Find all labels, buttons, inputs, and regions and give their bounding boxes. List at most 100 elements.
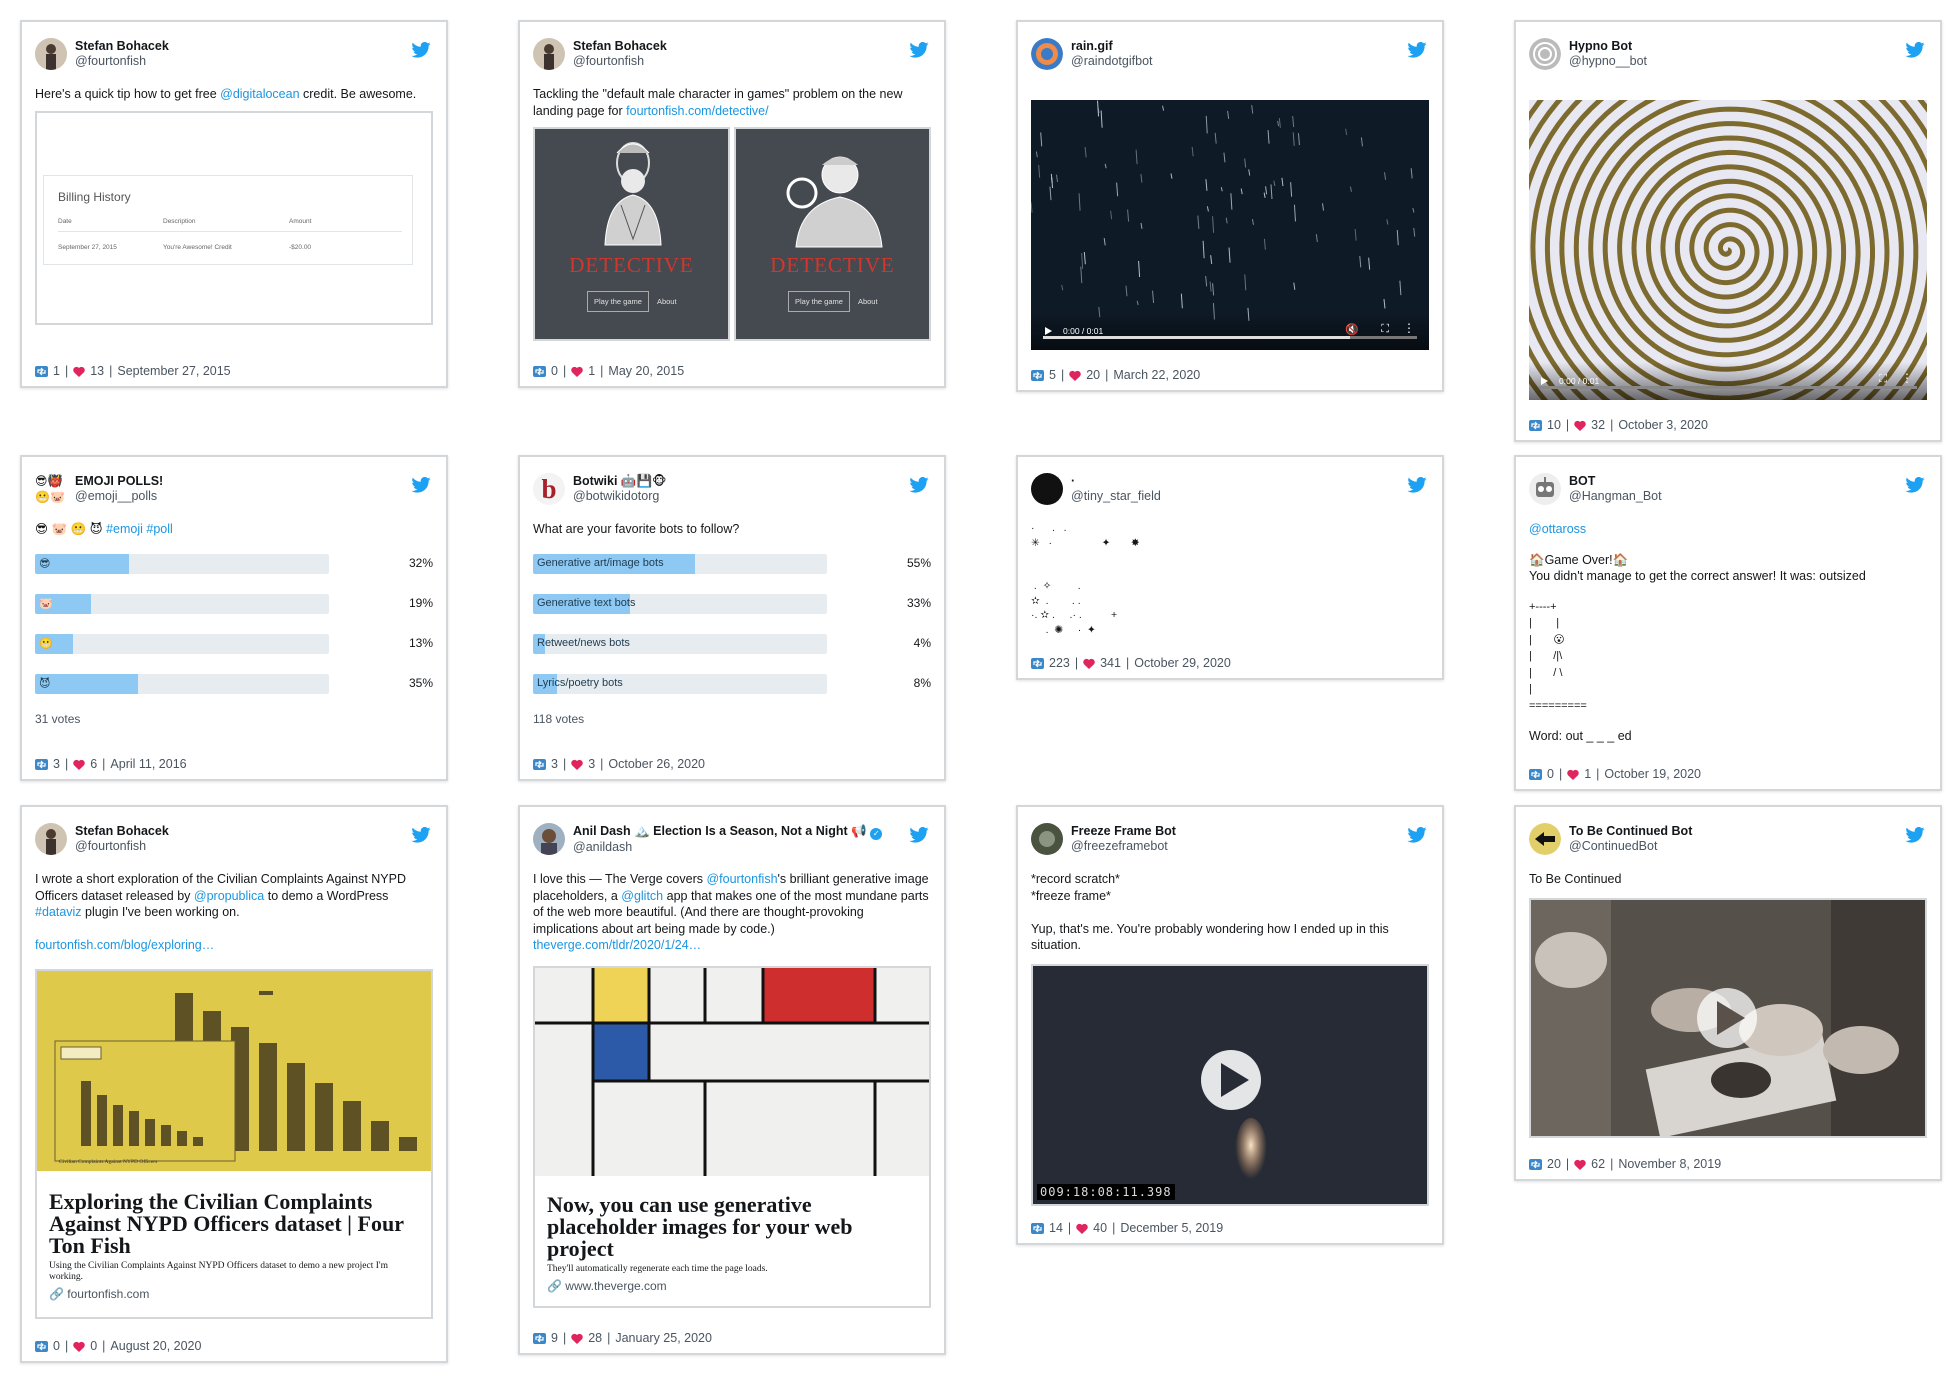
handle[interactable]: @tiny_star_field <box>1071 489 1161 504</box>
tweet-image[interactable]: DETECTIVE Play the game About <box>533 127 730 341</box>
heart-icon[interactable] <box>1567 769 1579 780</box>
tweet-date[interactable]: January 25, 2020 <box>615 1331 712 1345</box>
display-name[interactable]: Anil Dash 🏔️ Election Is a Season, Not a… <box>573 824 883 840</box>
avatar[interactable] <box>35 823 67 855</box>
display-name[interactable]: Stefan Bohacek <box>75 39 169 54</box>
tweet-video[interactable] <box>1529 897 1927 1138</box>
twitter-bird-icon[interactable] <box>909 42 929 58</box>
tweet-video[interactable]: 0:00 / 0:01 ⛶ ⋮ <box>1529 100 1927 400</box>
retweet-icon[interactable] <box>1031 658 1044 669</box>
tweet-video[interactable]: 0:00 / 0:01 🔇 ⛶ ⋮ <box>1031 100 1429 350</box>
mention-link[interactable]: @propublica <box>194 889 264 903</box>
url-link[interactable]: theverge.com/tldr/2020/1/24… <box>533 938 701 952</box>
twitter-bird-icon[interactable] <box>1905 42 1925 58</box>
tweet-date[interactable]: September 27, 2015 <box>117 364 230 378</box>
tweet-date[interactable]: October 29, 2020 <box>1134 656 1231 670</box>
volume-icon[interactable]: 🔇 <box>1345 323 1359 336</box>
display-name[interactable]: Botwiki 🤖💾🐵 <box>573 474 667 489</box>
retweet-icon[interactable] <box>1031 370 1044 381</box>
heart-icon[interactable] <box>1083 658 1095 669</box>
mention-link[interactable]: @glitch <box>621 889 663 903</box>
heart-icon[interactable] <box>73 759 85 770</box>
twitter-bird-icon[interactable] <box>1407 827 1427 843</box>
retweet-icon[interactable] <box>35 759 48 770</box>
tweet-date[interactable]: October 3, 2020 <box>1618 418 1708 432</box>
play-icon[interactable] <box>1539 376 1549 386</box>
video-progress-bar[interactable] <box>1539 386 1917 389</box>
link-card[interactable]: Now, you can use generative placeholder … <box>533 965 931 1308</box>
hashtag-link[interactable]: #dataviz <box>35 905 82 919</box>
more-options-icon[interactable]: ⋮ <box>1403 321 1415 335</box>
handle[interactable]: @ContinuedBot <box>1569 839 1692 854</box>
avatar[interactable]: 😎👹 😬🐷 <box>35 473 69 505</box>
hashtag-link[interactable]: #poll <box>146 522 172 536</box>
twitter-bird-icon[interactable] <box>411 827 431 843</box>
twitter-bird-icon[interactable] <box>1407 42 1427 58</box>
handle[interactable]: @Hangman_Bot <box>1569 489 1662 504</box>
url-link[interactable]: fourtonfish.com/blog/exploring… <box>35 937 433 954</box>
display-name[interactable]: BOT <box>1569 474 1662 489</box>
fullscreen-icon[interactable]: ⛶ <box>1381 323 1389 336</box>
retweet-icon[interactable] <box>35 366 48 377</box>
tweet-date[interactable]: May 20, 2015 <box>608 364 684 378</box>
heart-icon[interactable] <box>571 1333 583 1344</box>
handle[interactable]: @fourtonfish <box>573 54 667 69</box>
display-name[interactable]: Hypno Bot <box>1569 39 1647 54</box>
avatar[interactable] <box>533 823 565 855</box>
handle[interactable]: @raindotgifbot <box>1071 54 1153 69</box>
about-link[interactable]: About <box>856 291 880 312</box>
handle[interactable]: @hypno__bot <box>1569 54 1647 69</box>
play-game-button[interactable]: Play the game <box>587 291 649 312</box>
twitter-bird-icon[interactable] <box>411 42 431 58</box>
tweet-video[interactable]: 009:18:08:11.398 <box>1031 963 1429 1206</box>
retweet-icon[interactable] <box>1031 1223 1044 1234</box>
twitter-bird-icon[interactable] <box>411 477 431 493</box>
display-name[interactable]: Stefan Bohacek <box>75 824 169 839</box>
retweet-icon[interactable] <box>1529 420 1542 431</box>
handle[interactable]: @emoji__polls <box>75 489 163 504</box>
tweet-date[interactable]: December 5, 2019 <box>1120 1221 1223 1235</box>
heart-icon[interactable] <box>1574 1159 1586 1170</box>
avatar[interactable]: b <box>533 473 565 505</box>
retweet-icon[interactable] <box>533 366 546 377</box>
mention-link[interactable]: @digitalocean <box>220 87 299 101</box>
avatar[interactable] <box>1529 473 1561 505</box>
twitter-bird-icon[interactable] <box>1407 477 1427 493</box>
hashtag-link[interactable]: #emoji <box>106 522 143 536</box>
heart-icon[interactable] <box>1069 370 1081 381</box>
heart-icon[interactable] <box>1574 420 1586 431</box>
display-name[interactable]: Freeze Frame Bot <box>1071 824 1176 839</box>
twitter-bird-icon[interactable] <box>1905 477 1925 493</box>
play-game-button[interactable]: Play the game <box>788 291 850 312</box>
avatar[interactable] <box>1031 473 1063 505</box>
handle[interactable]: @fourtonfish <box>75 839 169 854</box>
tweet-date[interactable]: April 11, 2016 <box>110 757 186 771</box>
heart-icon[interactable] <box>571 366 583 377</box>
more-options-icon[interactable]: ⋮ <box>1901 371 1913 385</box>
retweet-icon[interactable] <box>1529 769 1542 780</box>
play-icon[interactable] <box>1043 326 1053 336</box>
heart-icon[interactable] <box>571 759 583 770</box>
heart-icon[interactable] <box>73 1341 85 1352</box>
avatar[interactable] <box>1529 823 1561 855</box>
mention-link[interactable]: @fourtonfish <box>706 872 777 886</box>
retweet-icon[interactable] <box>533 1333 546 1344</box>
tweet-date[interactable]: August 20, 2020 <box>110 1339 201 1353</box>
display-name[interactable]: EMOJI POLLS! <box>75 474 163 489</box>
mention-link[interactable]: @ottaross <box>1529 521 1927 538</box>
handle[interactable]: @fourtonfish <box>75 54 169 69</box>
avatar[interactable] <box>1031 823 1063 855</box>
avatar[interactable] <box>1031 38 1063 70</box>
twitter-bird-icon[interactable] <box>909 477 929 493</box>
display-name[interactable]: Stefan Bohacek <box>573 39 667 54</box>
tweet-image[interactable]: DETECTIVE Play the game About <box>734 127 931 341</box>
display-name[interactable]: To Be Continued Bot <box>1569 824 1692 839</box>
tweet-image[interactable]: Billing History Date Description Amount … <box>35 110 433 325</box>
tweet-date[interactable]: October 26, 2020 <box>608 757 705 771</box>
video-progress-bar[interactable] <box>1043 336 1417 339</box>
tweet-date[interactable]: March 22, 2020 <box>1113 368 1200 382</box>
avatar[interactable] <box>35 38 67 70</box>
heart-icon[interactable] <box>1076 1223 1088 1234</box>
handle[interactable]: @freezeframebot <box>1071 839 1176 854</box>
retweet-icon[interactable] <box>1529 1159 1542 1170</box>
